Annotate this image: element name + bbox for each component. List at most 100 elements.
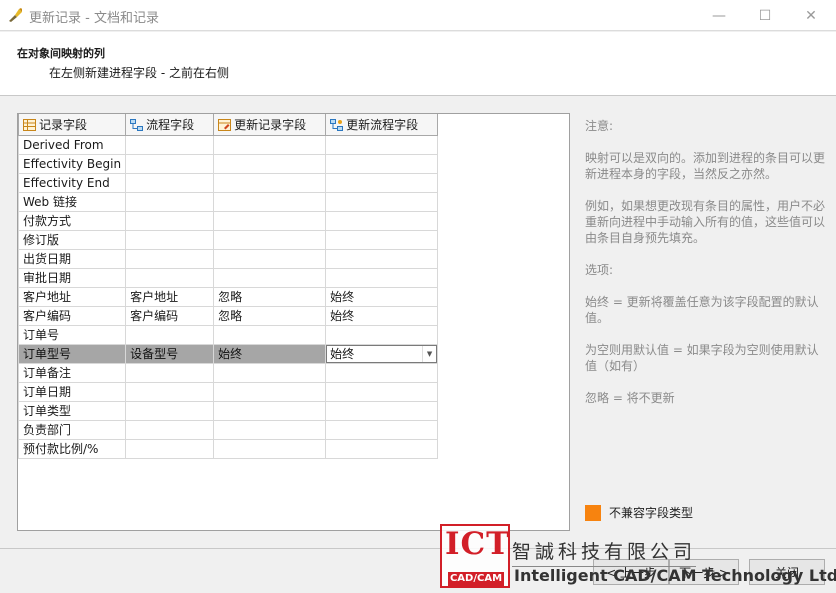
previous-button[interactable]: < 上一步 <box>593 559 669 585</box>
table-row[interactable]: 负责部门 <box>17 419 439 440</box>
update-record-cell[interactable] <box>213 248 327 269</box>
process-field-cell[interactable] <box>125 191 215 212</box>
process-field-cell[interactable] <box>125 419 215 440</box>
update-process-field-icon <box>330 118 344 131</box>
update-record-cell[interactable] <box>213 210 327 231</box>
process-field-cell[interactable] <box>125 362 215 383</box>
update-record-cell[interactable] <box>213 400 327 421</box>
update-process-cell[interactable] <box>325 381 439 402</box>
table-row[interactable]: 付款方式 <box>17 210 439 231</box>
table-row[interactable]: Effectivity End <box>17 172 439 193</box>
column-header-update-record-field[interactable]: 更新记录字段 <box>213 114 327 136</box>
table-row[interactable]: 出货日期 <box>17 248 439 269</box>
table-row[interactable]: 订单日期 <box>17 381 439 402</box>
update-record-cell[interactable] <box>213 229 327 250</box>
process-field-cell[interactable]: 设备型号 <box>125 343 215 364</box>
option-ignore: 忽略 = 将不更新 <box>585 391 675 405</box>
update-process-cell[interactable] <box>325 267 439 288</box>
update-process-cell[interactable] <box>325 229 439 250</box>
chevron-down-icon[interactable]: ▼ <box>422 345 436 362</box>
record-field-cell: 订单型号 <box>17 343 127 364</box>
update-record-cell[interactable] <box>213 381 327 402</box>
column-header-update-process-field[interactable]: 更新流程字段 <box>325 114 439 136</box>
process-field-cell[interactable] <box>125 248 215 269</box>
update-record-cell[interactable] <box>213 362 327 383</box>
update-record-cell[interactable]: 忽略 <box>213 286 327 307</box>
update-process-cell[interactable]: 始终 <box>325 305 439 326</box>
record-field-cell: 订单类型 <box>17 400 127 421</box>
record-field-cell: Derived From <box>17 134 127 155</box>
close-button[interactable]: 关闭 <box>749 559 825 585</box>
update-process-cell[interactable] <box>325 248 439 269</box>
record-field-cell: 预付款比例/% <box>17 438 127 459</box>
table-row[interactable]: 客户编码 客户编码 忽略 始终 <box>17 305 439 326</box>
table-row[interactable]: Effectivity Begin <box>17 153 439 174</box>
update-process-cell[interactable] <box>325 324 439 345</box>
minimize-icon: — <box>712 7 726 24</box>
process-field-cell[interactable] <box>125 381 215 402</box>
page-subtitle: 在左侧新建进程字段 - 之前在右侧 <box>49 66 229 80</box>
update-process-cell[interactable] <box>325 362 439 383</box>
mapping-grid[interactable]: 记录字段 流程字段 更新记录字段 更新流程字段 Derived From Eff… <box>17 113 570 531</box>
watermark-logo-text: ICT <box>445 526 511 562</box>
close-window-button[interactable]: ✕ <box>788 0 834 31</box>
process-field-cell[interactable] <box>125 229 215 250</box>
process-field-cell[interactable] <box>125 153 215 174</box>
process-field-cell[interactable] <box>125 267 215 288</box>
process-field-cell[interactable] <box>125 400 215 421</box>
table-row[interactable]: 预付款比例/% <box>17 438 439 459</box>
update-record-field-icon <box>218 118 232 131</box>
minimize-button[interactable]: — <box>696 0 742 31</box>
update-process-cell[interactable] <box>325 210 439 231</box>
table-row[interactable]: Derived From <box>17 134 439 155</box>
update-record-cell[interactable] <box>213 419 327 440</box>
update-record-cell[interactable] <box>213 267 327 288</box>
table-row[interactable]: 修订版 <box>17 229 439 250</box>
maximize-button[interactable]: ☐ <box>742 0 788 31</box>
table-row[interactable]: 订单号 <box>17 324 439 345</box>
update-process-cell[interactable] <box>325 172 439 193</box>
record-field-cell: 付款方式 <box>17 210 127 231</box>
notes-paragraph: 例如，如果想更改现有条目的属性，用户不必重新向进程中手动输入所有的值，这些值可以… <box>585 199 826 245</box>
table-row[interactable]: 订单类型 <box>17 400 439 421</box>
update-process-dropdown[interactable]: 始终 ▼ <box>326 345 437 362</box>
table-row[interactable]: 客户地址 客户地址 忽略 始终 <box>17 286 439 307</box>
table-row-selected[interactable]: 订单型号 设备型号 始终 始终 ▼ <box>17 343 439 364</box>
process-field-cell[interactable]: 客户地址 <box>125 286 215 307</box>
update-process-cell[interactable] <box>325 191 439 212</box>
notes-panel: 注意: 映射可以是双向的。添加到进程的条目可以更新进程本身的字段，当然反之亦然。… <box>585 118 825 422</box>
column-header-process-field[interactable]: 流程字段 <box>125 114 215 136</box>
update-record-cell[interactable] <box>213 153 327 174</box>
update-record-cell[interactable]: 始终 <box>213 343 327 364</box>
update-process-cell[interactable] <box>325 400 439 421</box>
process-field-cell[interactable] <box>125 172 215 193</box>
update-process-cell[interactable] <box>325 438 439 459</box>
update-record-cell[interactable] <box>213 134 327 155</box>
process-field-cell[interactable]: 客户编码 <box>125 305 215 326</box>
update-process-cell[interactable]: 始终 <box>325 286 439 307</box>
process-field-cell[interactable] <box>125 438 215 459</box>
update-record-cell[interactable] <box>213 172 327 193</box>
notes-paragraph: 映射可以是双向的。添加到进程的条目可以更新进程本身的字段，当然反之亦然。 <box>585 151 826 181</box>
record-field-cell: 负责部门 <box>17 419 127 440</box>
record-field-icon <box>23 118 36 131</box>
update-record-cell[interactable] <box>213 191 327 212</box>
update-record-cell[interactable] <box>213 324 327 345</box>
process-field-cell[interactable] <box>125 134 215 155</box>
legend-label: 不兼容字段类型 <box>609 506 694 520</box>
table-row[interactable]: Web 链接 <box>17 191 439 212</box>
next-button[interactable]: 下一步 > <box>669 559 739 585</box>
update-process-cell[interactable] <box>325 134 439 155</box>
update-record-cell[interactable] <box>213 438 327 459</box>
table-row[interactable]: 订单备注 <box>17 362 439 383</box>
update-record-cell[interactable]: 忽略 <box>213 305 327 326</box>
update-process-cell[interactable] <box>325 153 439 174</box>
table-row[interactable]: 审批日期 <box>17 267 439 288</box>
update-process-cell[interactable] <box>325 419 439 440</box>
update-process-cell[interactable]: 始终 ▼ <box>325 343 439 364</box>
close-icon: ✕ <box>805 7 817 24</box>
process-field-cell[interactable] <box>125 210 215 231</box>
title-bar: 更新记录 - 文档和记录 — ☐ ✕ <box>0 0 836 31</box>
process-field-cell[interactable] <box>125 324 215 345</box>
column-header-record-field[interactable]: 记录字段 <box>17 114 127 136</box>
